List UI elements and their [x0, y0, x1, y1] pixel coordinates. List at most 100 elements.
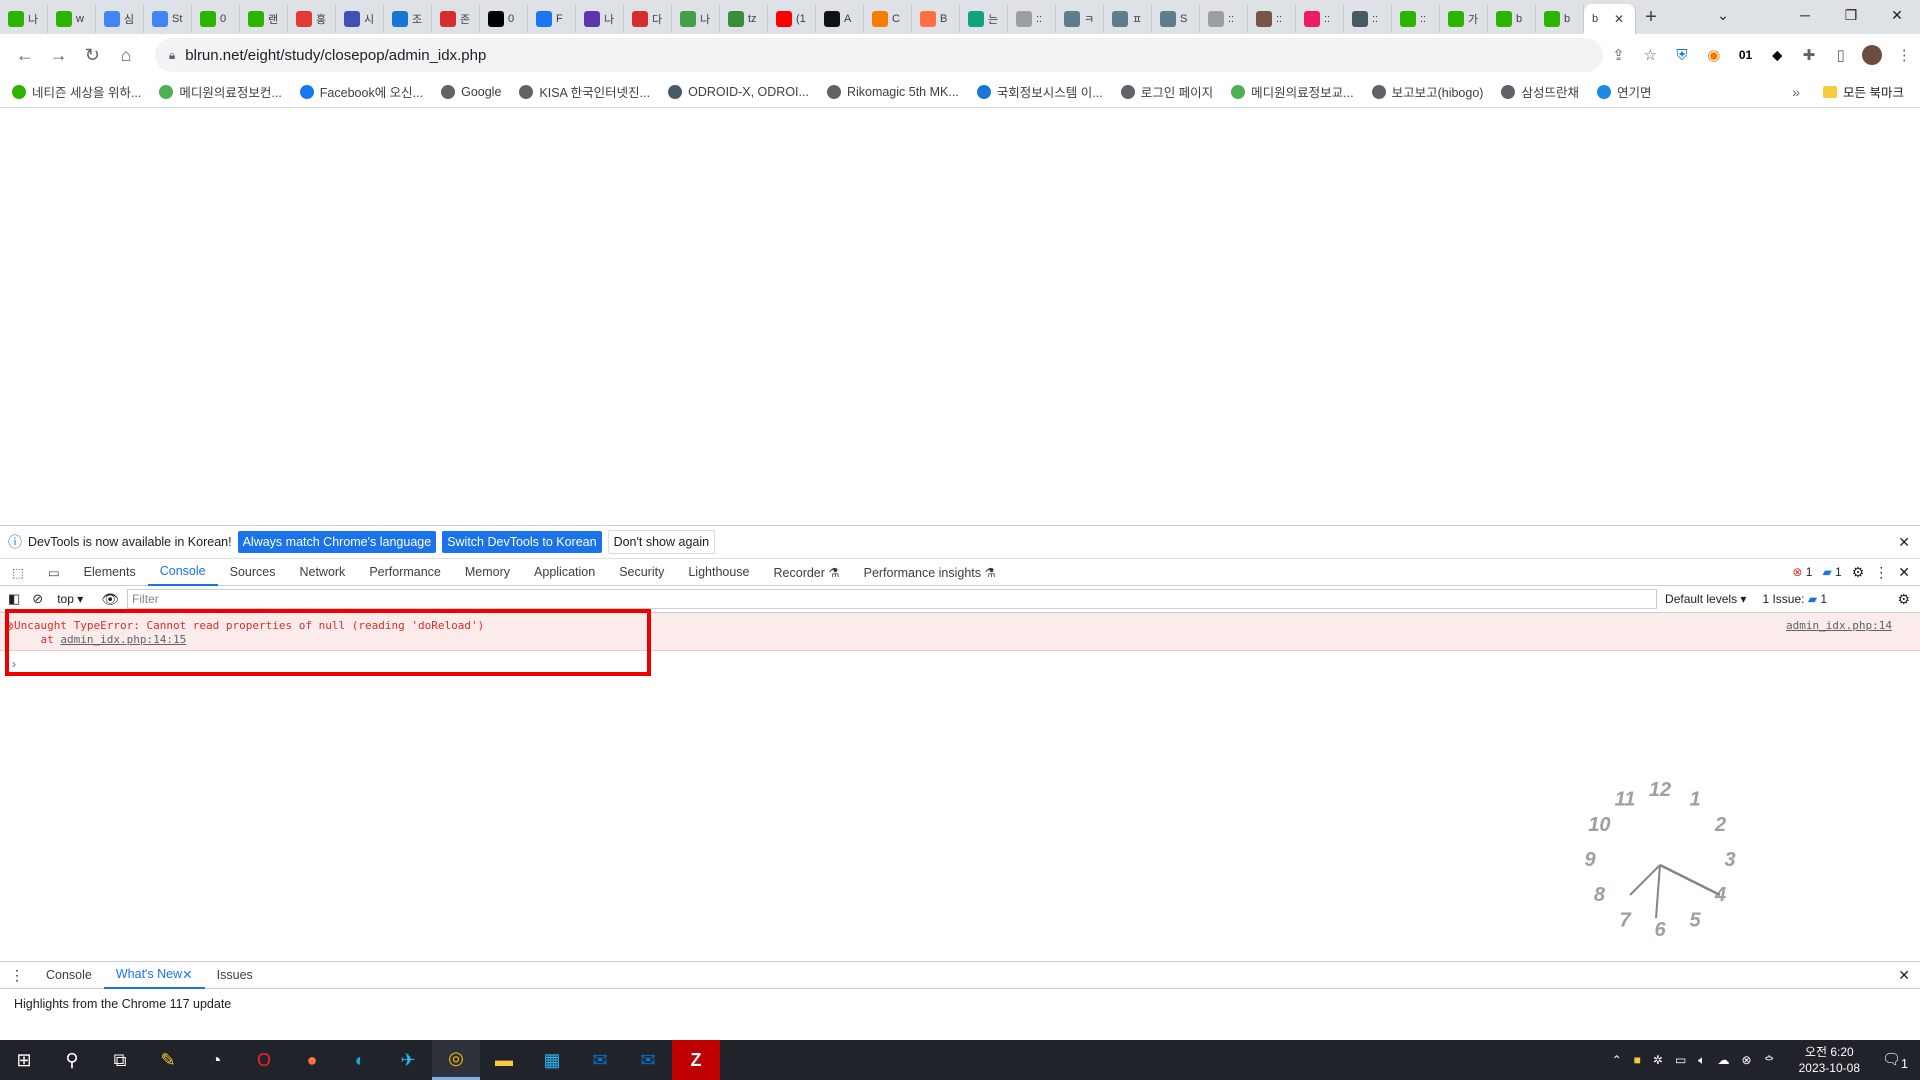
- bookmark-item[interactable]: 네티즌 세상을 위하...: [12, 82, 141, 101]
- browser-tab[interactable]: ::: [1392, 5, 1440, 33]
- bookmark-item[interactable]: 메디원의료정보교...: [1231, 82, 1354, 101]
- drawer-tab-close-icon[interactable]: ✕: [182, 967, 192, 982]
- inspect-element-icon[interactable]: ⬚: [0, 559, 36, 586]
- volume-icon[interactable]: 🔈︎: [1698, 1053, 1705, 1068]
- extension-rss-icon[interactable]: ◉: [1698, 39, 1730, 71]
- back-icon[interactable]: ←: [8, 38, 42, 72]
- browser-tab[interactable]: 0: [480, 5, 528, 33]
- forward-icon[interactable]: →: [42, 38, 76, 72]
- bookmark-item[interactable]: 연기면: [1596, 82, 1652, 101]
- browser-tab[interactable]: (1: [768, 5, 816, 33]
- search-icon[interactable]: ⚲: [48, 1040, 96, 1080]
- drawer-close-icon[interactable]: ✕: [1898, 967, 1910, 984]
- firefox-icon[interactable]: ●: [288, 1040, 336, 1080]
- devtools-tab[interactable]: Network: [287, 559, 357, 586]
- browser-tab[interactable]: B: [912, 5, 960, 33]
- error-count-badge[interactable]: ⊗ 1: [1792, 565, 1812, 579]
- browser-tab[interactable]: 랜: [240, 5, 288, 33]
- browser-tab[interactable]: 심: [96, 5, 144, 33]
- browser-tab[interactable]: 나: [672, 5, 720, 33]
- bookmark-item[interactable]: Facebook에 오신...: [299, 82, 423, 101]
- tray-x-icon[interactable]: ⊗: [1742, 1053, 1752, 1067]
- switch-korean-button[interactable]: Switch DevTools to Korean: [442, 531, 602, 553]
- outlook-icon[interactable]: ✉: [576, 1040, 624, 1080]
- onedrive-icon[interactable]: ☁: [1718, 1053, 1730, 1067]
- devtools-tab[interactable]: Elements: [72, 559, 148, 586]
- filezilla-icon[interactable]: Z: [672, 1040, 720, 1080]
- browser-tab[interactable]: ::: [1248, 5, 1296, 33]
- new-tab-button[interactable]: +: [1636, 6, 1666, 29]
- device-toggle-icon[interactable]: ▭: [36, 559, 72, 586]
- devtools-tab[interactable]: Lighthouse: [676, 559, 761, 586]
- menu-kebab-icon[interactable]: ⋮: [1888, 39, 1920, 71]
- context-selector[interactable]: top ▾: [57, 592, 83, 606]
- browser-tab[interactable]: ㅍ: [1104, 5, 1152, 33]
- store-icon[interactable]: ▦: [528, 1040, 576, 1080]
- browser-tab[interactable]: St: [144, 5, 192, 33]
- notification-icon[interactable]: 🗨︎1: [1882, 1050, 1908, 1071]
- bookmark-star-icon[interactable]: ☆: [1634, 39, 1666, 71]
- bookmark-item[interactable]: 메디원의료정보컨...: [159, 82, 282, 101]
- kakaotalk-icon[interactable]: ■: [1634, 1053, 1641, 1067]
- browser-tab[interactable]: 나: [576, 5, 624, 33]
- opera-icon[interactable]: O: [240, 1040, 288, 1080]
- browser-tab[interactable]: F: [528, 5, 576, 33]
- browser-tab[interactable]: ::: [1200, 5, 1248, 33]
- home-icon[interactable]: ⌂: [109, 38, 143, 72]
- bookmark-item[interactable]: 로그인 페이지: [1120, 82, 1213, 101]
- extension-shield-icon[interactable]: ⛨: [1666, 39, 1698, 71]
- infobar-close-icon[interactable]: ✕: [1898, 534, 1910, 551]
- console-settings-icon[interactable]: ⚙: [1897, 591, 1910, 608]
- share-icon[interactable]: ⇪: [1603, 39, 1635, 71]
- browser-tab[interactable]: ::: [1008, 5, 1056, 33]
- settings-gear-icon[interactable]: ⚙: [1852, 564, 1865, 581]
- browser-tab[interactable]: ::: [1344, 5, 1392, 33]
- window-close-icon[interactable]: ✕: [1874, 0, 1920, 30]
- bookmark-item[interactable]: 국회정보시스템 이...: [976, 82, 1103, 101]
- app-pen-icon[interactable]: ✎: [144, 1040, 192, 1080]
- browser-tab[interactable]: 가: [1440, 5, 1488, 33]
- bookmark-item[interactable]: KISA 한국인터넷진...: [519, 82, 650, 101]
- browser-tab[interactable]: 조: [384, 5, 432, 33]
- browser-tab[interactable]: 는: [960, 5, 1008, 33]
- error-source-link[interactable]: admin_idx.php:14: [1786, 619, 1892, 632]
- address-bar[interactable]: 🔒︎ blrun.net/eight/study/closepop/admin_…: [154, 38, 1603, 72]
- browser-tab[interactable]: C: [864, 5, 912, 33]
- devtools-tab[interactable]: Performance insights ⚗: [852, 559, 1008, 586]
- drawer-tab[interactable]: Issues: [205, 962, 265, 989]
- active-browser-tab[interactable]: b ✕: [1584, 4, 1636, 34]
- task-view-icon[interactable]: ⧉: [96, 1040, 144, 1080]
- bookmarks-overflow-icon[interactable]: »: [1792, 84, 1800, 100]
- browser-tab[interactable]: 0: [192, 5, 240, 33]
- edge-icon[interactable]: ◐: [336, 1040, 384, 1080]
- side-panel-icon[interactable]: ▯: [1825, 39, 1857, 71]
- app-bird-icon[interactable]: ✈: [384, 1040, 432, 1080]
- tray-overflow-icon[interactable]: ⌃: [1612, 1053, 1622, 1067]
- browser-tab[interactable]: w: [48, 5, 96, 33]
- minimize-icon[interactable]: ─: [1782, 0, 1828, 30]
- devtools-tab[interactable]: Performance: [357, 559, 453, 586]
- chrome-icon[interactable]: ◎: [432, 1040, 480, 1080]
- extensions-puzzle-icon[interactable]: ✚: [1793, 39, 1825, 71]
- taskbar-clock[interactable]: 오전 6:20 2023-10-08: [1799, 1044, 1860, 1076]
- file-explorer-icon[interactable]: ▬: [480, 1040, 528, 1080]
- dont-show-again-button[interactable]: Don't show again: [607, 530, 716, 554]
- browser-tab[interactable]: 존: [432, 5, 480, 33]
- browser-tab[interactable]: b: [1536, 5, 1584, 33]
- browser-tab[interactable]: b: [1488, 5, 1536, 33]
- browser-tab[interactable]: tz: [720, 5, 768, 33]
- browser-tab[interactable]: 시: [336, 5, 384, 33]
- windows-start-icon[interactable]: ⊞: [0, 1040, 48, 1080]
- profile-avatar[interactable]: [1857, 39, 1889, 71]
- devtools-tab[interactable]: Application: [522, 559, 607, 586]
- restore-icon[interactable]: ❐: [1828, 0, 1874, 30]
- match-language-button[interactable]: Always match Chrome's language: [237, 531, 437, 553]
- bookmark-item[interactable]: Rikomagic 5th MK...: [826, 84, 959, 99]
- extension-drop-icon[interactable]: ⬥: [1761, 39, 1793, 71]
- log-levels-dropdown[interactable]: Default levels ▾: [1665, 592, 1746, 606]
- devtools-tab[interactable]: Memory: [453, 559, 522, 586]
- bookmark-item[interactable]: ODROID-X, ODROI...: [668, 84, 809, 99]
- devtools-menu-icon[interactable]: ⋮: [1874, 564, 1888, 581]
- app-clock-icon[interactable]: ◔: [192, 1040, 240, 1080]
- browser-tab[interactable]: 나: [0, 5, 48, 33]
